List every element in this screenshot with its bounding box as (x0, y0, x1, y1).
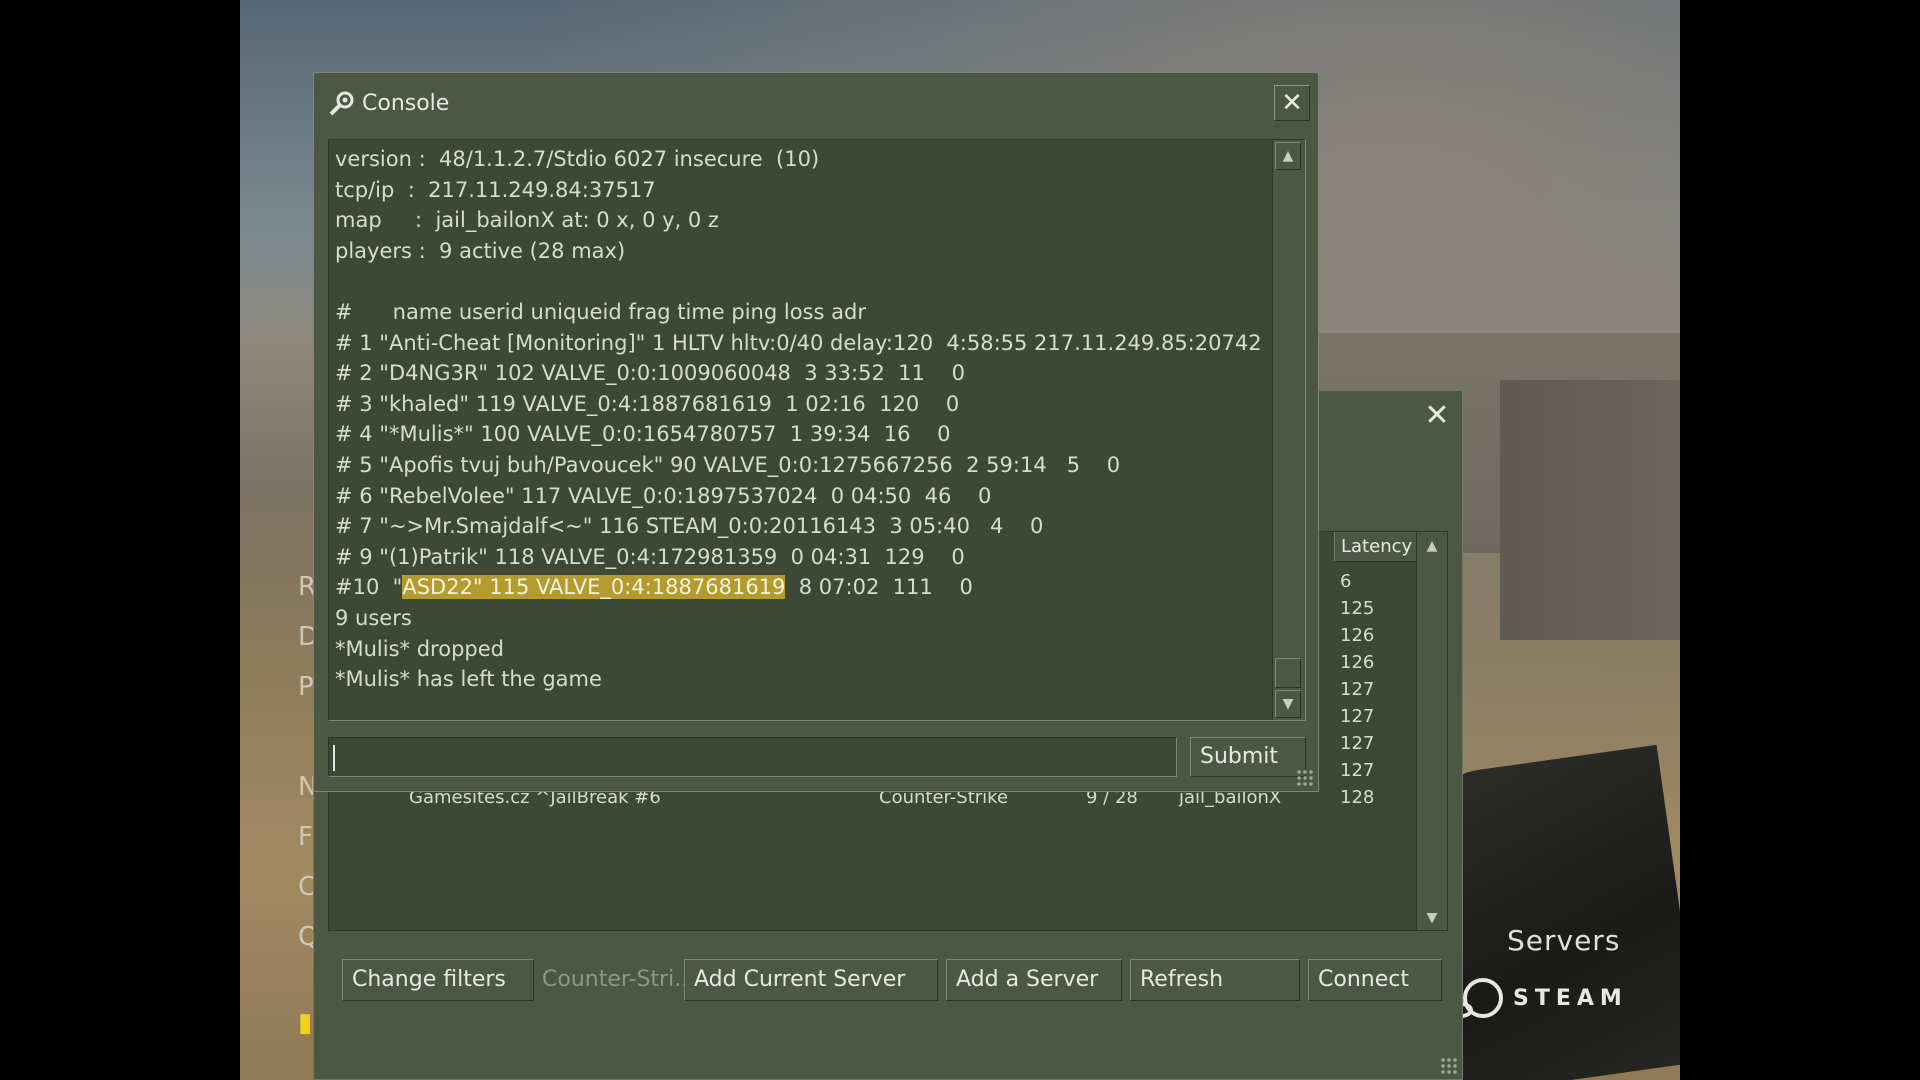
console-line: # 1 "Anti-Cheat [Monitoring]" 1 HLTV hlt… (335, 330, 1262, 355)
scroll-up-icon[interactable]: ▲ (1275, 142, 1301, 170)
steam-logo-icon (1449, 978, 1503, 1018)
scroll-up-icon[interactable]: ▲ (1417, 532, 1447, 560)
console-line: # name userid uniqueid frag time ping lo… (335, 299, 866, 324)
submit-button[interactable]: Submit (1190, 737, 1306, 777)
console-scrollbar[interactable]: ▲ ▼ (1272, 140, 1305, 720)
change-filters-button[interactable]: Change filters (342, 959, 534, 1001)
console-line: # 9 "(1)Patrik" 118 VALVE_0:4:172981359 … (335, 544, 965, 569)
console-line: tcp/ip : 217.11.249.84:37517 (335, 177, 656, 202)
console-line-highlighted: #10 "ASD22" 115 VALVE_0:4:1887681619 8 0… (335, 572, 1255, 603)
connect-button[interactable]: Connect (1308, 959, 1442, 1001)
console-line: # 3 "khaled" 119 VALVE_0:4:1887681619 1 … (335, 391, 960, 416)
main-menu-item-f[interactable]: F (298, 822, 313, 852)
console-line: # 4 "*Mulis*" 100 VALVE_0:0:1654780757 1… (335, 422, 951, 447)
server-list-scrollbar[interactable]: ▲ ▼ (1416, 532, 1447, 930)
console-title: Console (362, 91, 450, 116)
scroll-down-icon[interactable]: ▼ (1417, 904, 1447, 930)
add-a-server-button[interactable]: Add a Server (946, 959, 1122, 1001)
steam-logo: STEAM (1449, 978, 1628, 1018)
console-line: # 5 "Apofis tvuj buh/Pavoucek" 90 VALVE_… (335, 452, 1121, 477)
console-line: # 2 "D4NG3R" 102 VALVE_0:0:1009060048 3 … (335, 361, 965, 386)
filter-summary: Counter-Stri... (542, 967, 684, 992)
text-selection: ASD22" 115 VALVE_0:4:1887681619 (402, 575, 786, 600)
console-line: map : jail_bailonX at: 0 x, 0 y, 0 z (335, 208, 719, 233)
main-menu-yellow-marker: ▮ (298, 1008, 313, 1038)
scroll-thumb[interactable] (1275, 658, 1301, 688)
resize-grip-icon[interactable] (1440, 1057, 1458, 1075)
console-line: version : 48/1.1.2.7/Stdio 6027 insecure… (335, 147, 820, 171)
server-browser-toolbar: Change filters Counter-Stri... Add Curre… (342, 959, 1442, 1003)
line-suffix: 8 07:02 111 0 (785, 575, 973, 600)
main-menu-item-p[interactable]: P (298, 672, 314, 702)
console-window: Console ✕ version : 48/1.1.2.7/Stdio 602… (313, 72, 1319, 792)
servers-label: Servers (1507, 924, 1621, 957)
console-line: players : 9 active (28 max) (335, 238, 626, 263)
text-caret (333, 745, 335, 771)
line-prefix: #10 " (335, 575, 403, 600)
background-wall-side (1500, 380, 1680, 640)
console-line: # 7 "~>Mr.Smajdalf<~" 116 STEAM_0:0:2011… (335, 514, 1044, 539)
console-close-button[interactable]: ✕ (1274, 85, 1310, 121)
add-current-server-button[interactable]: Add Current Server (684, 959, 938, 1001)
resize-grip-icon[interactable] (1296, 769, 1314, 787)
server-browser-close-button[interactable]: ✕ (1420, 399, 1454, 433)
steam-icon (329, 91, 354, 116)
scroll-down-icon[interactable]: ▼ (1275, 690, 1301, 718)
console-titlebar[interactable]: Console ✕ (314, 73, 1318, 135)
console-line: # 6 "RebelVolee" 117 VALVE_0:0:189753702… (335, 483, 992, 508)
console-line: *Mulis* has left the game (335, 667, 602, 692)
console-line: *Mulis* dropped (335, 636, 504, 661)
console-command-input[interactable] (328, 737, 1177, 777)
console-lines: version : 48/1.1.2.7/Stdio 6027 insecure… (335, 144, 1262, 695)
console-line: 9 users (335, 605, 412, 630)
refresh-button[interactable]: Refresh (1130, 959, 1300, 1001)
console-output[interactable]: version : 48/1.1.2.7/Stdio 6027 insecure… (328, 139, 1306, 721)
steam-logo-text: STEAM (1513, 985, 1628, 1011)
